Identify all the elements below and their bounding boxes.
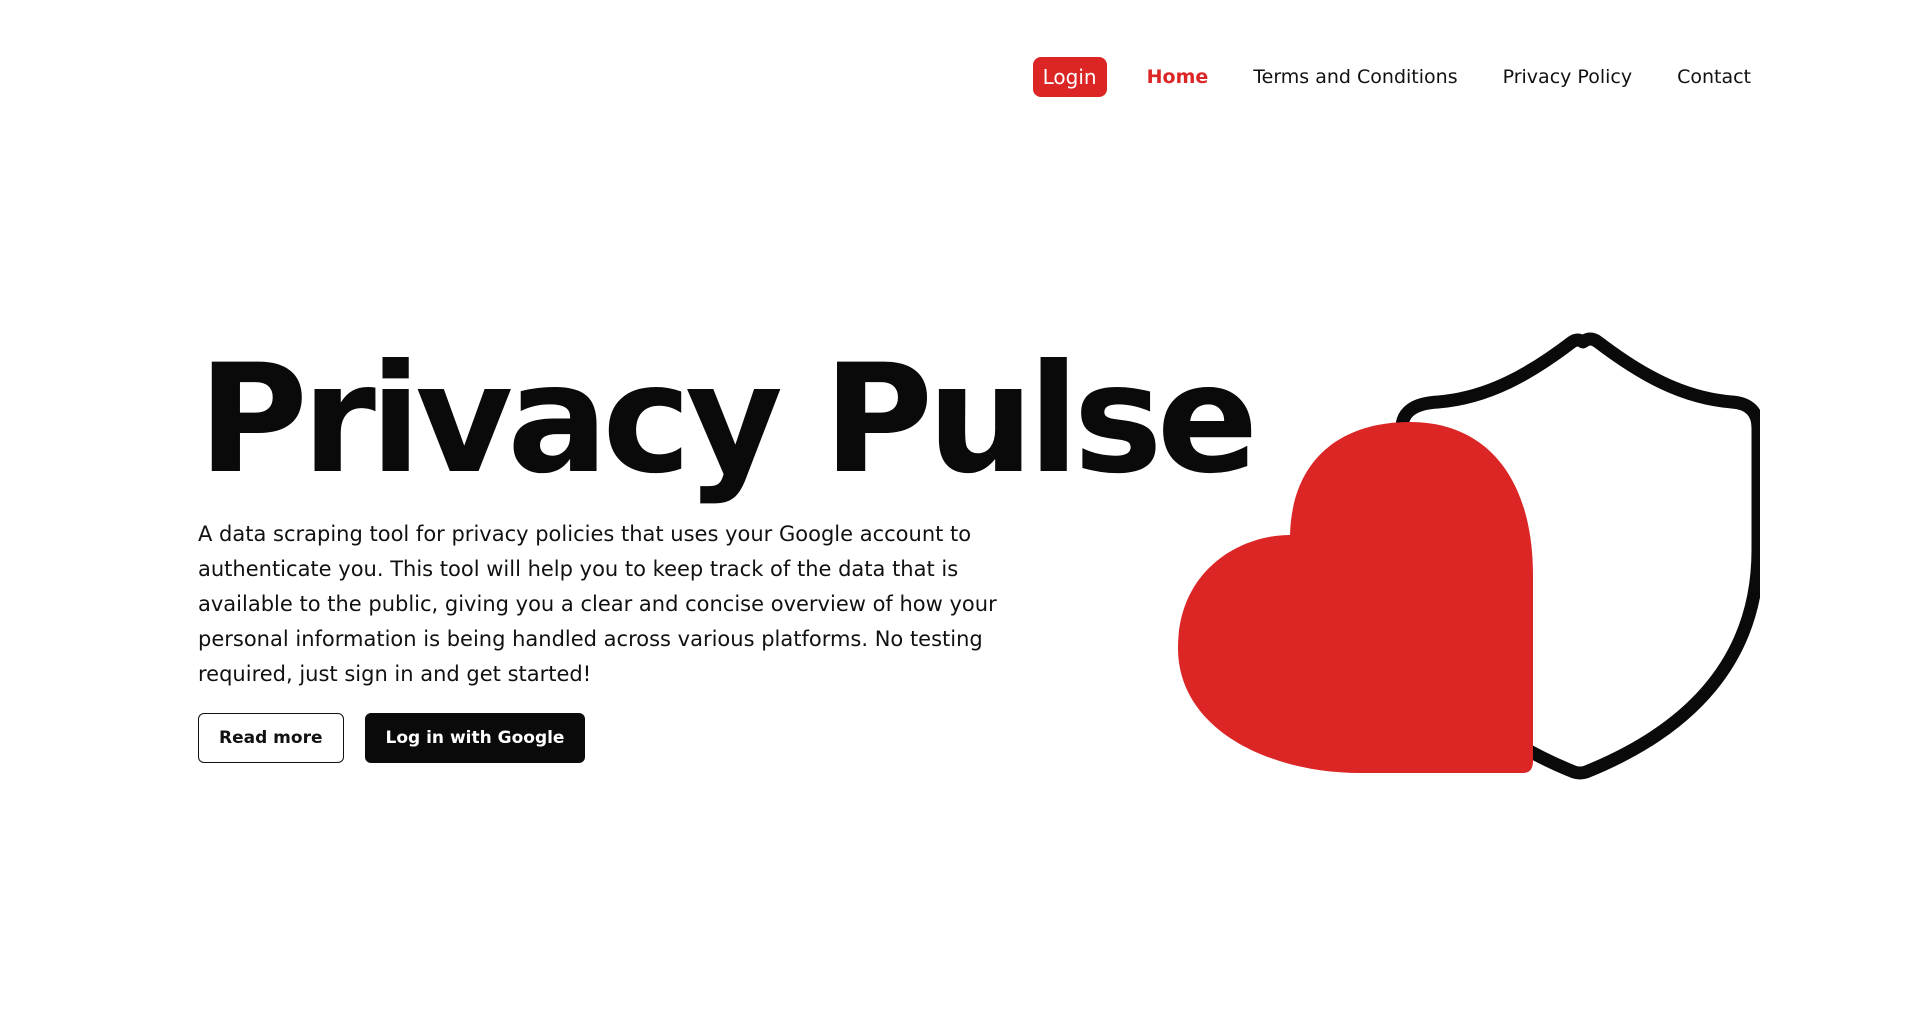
landing-page: Login Home Terms and Conditions Privacy …: [0, 0, 1913, 1031]
nav-link-contact[interactable]: Contact: [1677, 65, 1751, 89]
hero-section: Privacy Pulse A data scraping tool for p…: [198, 333, 1258, 763]
login-button[interactable]: Login: [1032, 57, 1107, 97]
nav-link-home[interactable]: Home: [1147, 65, 1209, 89]
hero-actions: Read more Log in with Google: [198, 713, 1078, 763]
nav-link-terms[interactable]: Terms and Conditions: [1253, 65, 1457, 89]
read-more-button[interactable]: Read more: [198, 713, 344, 763]
nav-link-privacy-policy[interactable]: Privacy Policy: [1503, 65, 1632, 89]
heart-icon: [1178, 422, 1533, 773]
page-title: Privacy Pulse: [198, 333, 1258, 507]
hero-description: A data scraping tool for privacy policie…: [198, 522, 997, 686]
heart-shield-illustration: [1178, 332, 1765, 780]
google-login-button[interactable]: Log in with Google: [364, 713, 586, 763]
hero-illustration: [1170, 330, 1765, 780]
top-nav: Login Home Terms and Conditions Privacy …: [1032, 57, 1751, 97]
